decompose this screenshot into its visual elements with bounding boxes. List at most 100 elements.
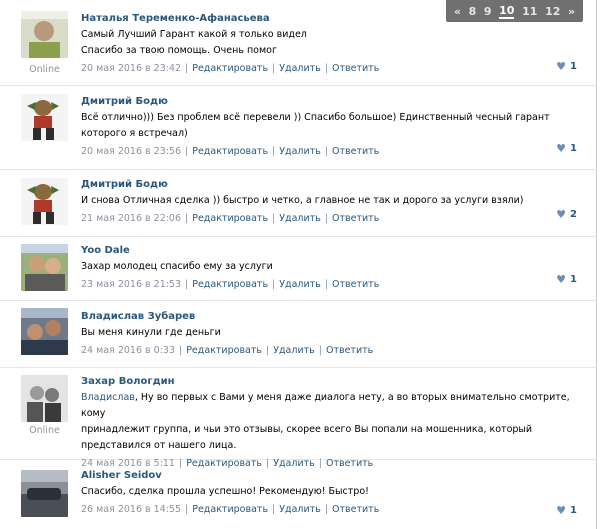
author-name[interactable]: Yoo Dale <box>81 244 577 257</box>
reply-link[interactable]: Ответить <box>332 213 379 224</box>
heart-icon: ♥ <box>556 142 567 155</box>
like-count: 1 <box>570 274 577 285</box>
comment-date[interactable]: 26 мая 2016 в 14:55 <box>81 504 181 515</box>
separator: | <box>324 146 329 157</box>
delete-link[interactable]: Удалить <box>279 63 321 74</box>
comment-text: Владислав, Ну во первых с Вами у меня да… <box>81 390 577 454</box>
mention-link[interactable]: Владислав <box>81 392 135 403</box>
separator: | <box>185 63 189 74</box>
avatar[interactable] <box>21 375 68 422</box>
reply-link[interactable]: Ответить <box>332 146 379 157</box>
comment-date[interactable]: 24 мая 2016 в 0:33 <box>81 345 175 356</box>
reply-link[interactable]: Ответить <box>332 504 379 515</box>
comment-text-fragment: , Ну во первых с Вами у меня даже диалог… <box>81 392 570 419</box>
author-name[interactable]: Захар Вологдин <box>81 375 577 388</box>
pager-page[interactable]: 9 <box>484 5 492 18</box>
comment-body: Yoo Dale Захар молодец спасибо ему за ус… <box>81 244 577 292</box>
comment-text-line: Спасибо, сделка прошла успешно! Рекоменд… <box>81 486 369 497</box>
edit-link[interactable]: Редактировать <box>192 504 268 515</box>
like-button[interactable]: ♥ 1 <box>556 142 577 155</box>
reply-link[interactable]: Ответить <box>332 279 379 290</box>
online-status: Online <box>29 64 60 75</box>
separator: | <box>318 345 322 356</box>
comment-text: Спасибо, сделка прошла успешно! Рекоменд… <box>81 484 577 500</box>
comment-meta: 23 мая 2016 в 21:53 | Редактировать | Удалит… <box>81 278 577 292</box>
comments-panel: Online Наталья Теременко-Афанасьева Самы… <box>0 0 597 529</box>
avatar[interactable] <box>21 308 68 355</box>
pager-page-current[interactable]: 10 <box>499 4 515 19</box>
like-button[interactable]: ♥ 2 <box>556 208 577 221</box>
delete-link[interactable]: Удалить <box>279 504 321 515</box>
separator: | <box>185 146 189 157</box>
like-count: 1 <box>570 61 577 72</box>
comment-body: Владислав Зубарев Вы меня кинули где ден… <box>81 310 577 358</box>
pager-next[interactable]: » <box>568 5 575 18</box>
edit-link[interactable]: Редактировать <box>192 146 268 157</box>
like-button[interactable]: ♥ 1 <box>556 273 577 286</box>
edit-link[interactable]: Редактировать <box>192 279 268 290</box>
pager-prev[interactable]: « <box>454 5 461 18</box>
edit-link[interactable]: Редактировать <box>186 345 262 356</box>
author-name[interactable]: Дмитрий Бодю <box>81 95 577 108</box>
like-count: 1 <box>570 505 577 516</box>
separator: | <box>185 213 189 224</box>
comment-body: Захар Вологдин Владислав, Ну во первых с… <box>81 375 577 471</box>
separator: | <box>272 213 276 224</box>
pagination: « 8 9 10 11 12 » <box>446 0 583 22</box>
delete-link[interactable]: Удалить <box>279 213 321 224</box>
comment-text-line: Самый Лучший Гарант какой я только видел <box>81 29 307 40</box>
separator: | <box>324 279 329 290</box>
edit-link[interactable]: Редактировать <box>192 213 268 224</box>
comment-date[interactable]: 20 мая 2016 в 23:42 <box>81 63 181 74</box>
comment-date[interactable]: 21 мая 2016 в 22:06 <box>81 213 181 224</box>
heart-icon: ♥ <box>556 60 567 73</box>
delete-link[interactable]: Удалить <box>279 279 321 290</box>
separator: | <box>324 63 329 74</box>
comment-text-line: представился от нашего лица. <box>81 440 237 451</box>
comment-text-line: Захар молодец спасибо ему за услуги <box>81 261 273 272</box>
avatar[interactable] <box>21 94 68 141</box>
comment-text-line: Владислав, Ну во первых с Вами у меня да… <box>81 390 577 422</box>
comment-text: Всё отлично))) Без проблем всё перевели … <box>81 110 577 142</box>
comment-text-line: Вы меня кинули где деньги <box>81 327 221 338</box>
separator: | <box>272 504 276 515</box>
heart-icon: ♥ <box>556 273 567 286</box>
comment-meta: 20 мая 2016 в 23:56 | Редактировать | Удалит… <box>81 145 577 159</box>
author-name[interactable]: Alisher Seidov <box>81 469 577 482</box>
comment-date[interactable]: 23 мая 2016 в 21:53 <box>81 279 181 290</box>
avatar[interactable] <box>21 178 68 225</box>
avatar[interactable] <box>21 244 68 291</box>
separator: | <box>272 63 276 74</box>
reply-link[interactable]: Ответить <box>326 345 373 356</box>
avatar[interactable] <box>21 470 68 517</box>
comment-item: Alisher Seidov Спасибо, сделка прошла ус… <box>0 460 597 520</box>
edit-link[interactable]: Редактировать <box>192 63 268 74</box>
separator: | <box>272 146 276 157</box>
author-name[interactable]: Дмитрий Бодю <box>81 178 577 191</box>
comment-text-line: И снова Отличная сделка )) быстро и четк… <box>81 195 524 206</box>
comment-text-line: которого я встречал) <box>81 128 188 139</box>
separator: | <box>178 345 183 356</box>
author-name[interactable]: Владислав Зубарев <box>81 310 577 323</box>
separator: | <box>272 279 276 290</box>
pager-page[interactable]: 11 <box>522 5 537 18</box>
online-status: Online <box>29 425 60 436</box>
like-button[interactable]: ♥ 1 <box>556 60 577 73</box>
comment-text: Вы меня кинули где деньги <box>81 325 577 341</box>
delete-link[interactable]: Удалить <box>273 345 315 356</box>
comment-body: Alisher Seidov Спасибо, сделка прошла ус… <box>81 469 577 517</box>
comment-text: И снова Отличная сделка )) быстро и четк… <box>81 193 577 209</box>
comment-item: Yoo Dale Захар молодец спасибо ему за ус… <box>0 237 597 301</box>
pager-page[interactable]: 12 <box>545 5 560 18</box>
pager-page[interactable]: 8 <box>469 5 477 18</box>
comment-body: Дмитрий Бодю И снова Отличная сделка )) … <box>81 178 577 226</box>
heart-icon: ♥ <box>556 208 567 221</box>
reply-link[interactable]: Ответить <box>332 63 379 74</box>
comment-date[interactable]: 20 мая 2016 в 23:56 <box>81 146 181 157</box>
like-button[interactable]: ♥ 1 <box>556 504 577 517</box>
separator: | <box>324 504 329 515</box>
comment-meta: 24 мая 2016 в 0:33 | Редактировать | Удалить… <box>81 344 577 358</box>
avatar[interactable] <box>21 11 68 58</box>
delete-link[interactable]: Удалить <box>279 146 321 157</box>
comment-item: Дмитрий Бодю Всё отлично))) Без проблем … <box>0 86 597 170</box>
